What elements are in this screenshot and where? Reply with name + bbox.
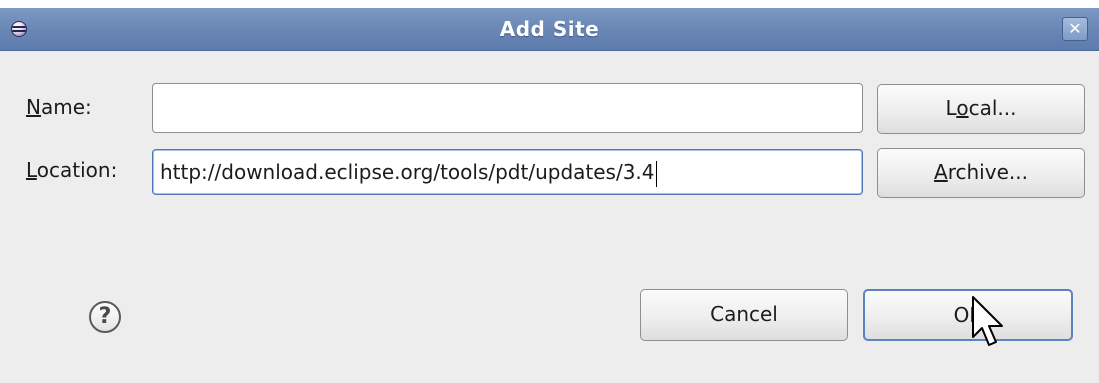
local-button-label-pre: L: [945, 96, 957, 120]
mouse-pointer-icon: [972, 296, 1003, 346]
location-label-mnemonic: L: [26, 158, 37, 182]
local-button-mnemonic: o: [956, 96, 969, 120]
text-caret: [655, 160, 657, 187]
location-label-text: ocation:: [36, 158, 118, 182]
dialog-title: Add Site: [499, 17, 600, 41]
add-site-dialog: Add Site ✕ Name: Local... Location: http…: [0, 8, 1099, 383]
local-button[interactable]: Local...: [877, 84, 1085, 134]
name-label-mnemonic: N: [26, 95, 41, 119]
close-button[interactable]: ✕: [1062, 17, 1088, 41]
name-label: Name:: [26, 95, 92, 119]
name-field[interactable]: [152, 83, 863, 133]
location-label: Location:: [26, 158, 117, 182]
location-field-value: http://download.eclipse.org/tools/pdt/up…: [160, 160, 655, 184]
archive-button-label-post: rchive...: [947, 160, 1028, 184]
close-icon: ✕: [1068, 19, 1082, 38]
local-button-label-post: cal...: [968, 96, 1017, 120]
background-page-text-strip: [0, 0, 1099, 8]
archive-button[interactable]: Archive...: [877, 148, 1085, 198]
help-icon[interactable]: ?: [89, 301, 121, 333]
name-label-text: ame:: [40, 95, 92, 119]
archive-button-mnemonic: A: [934, 160, 948, 184]
cancel-button[interactable]: Cancel: [640, 289, 848, 341]
location-field[interactable]: http://download.eclipse.org/tools/pdt/up…: [152, 149, 863, 195]
titlebar[interactable]: Add Site ✕: [0, 8, 1099, 51]
ok-button[interactable]: OK: [863, 289, 1073, 341]
